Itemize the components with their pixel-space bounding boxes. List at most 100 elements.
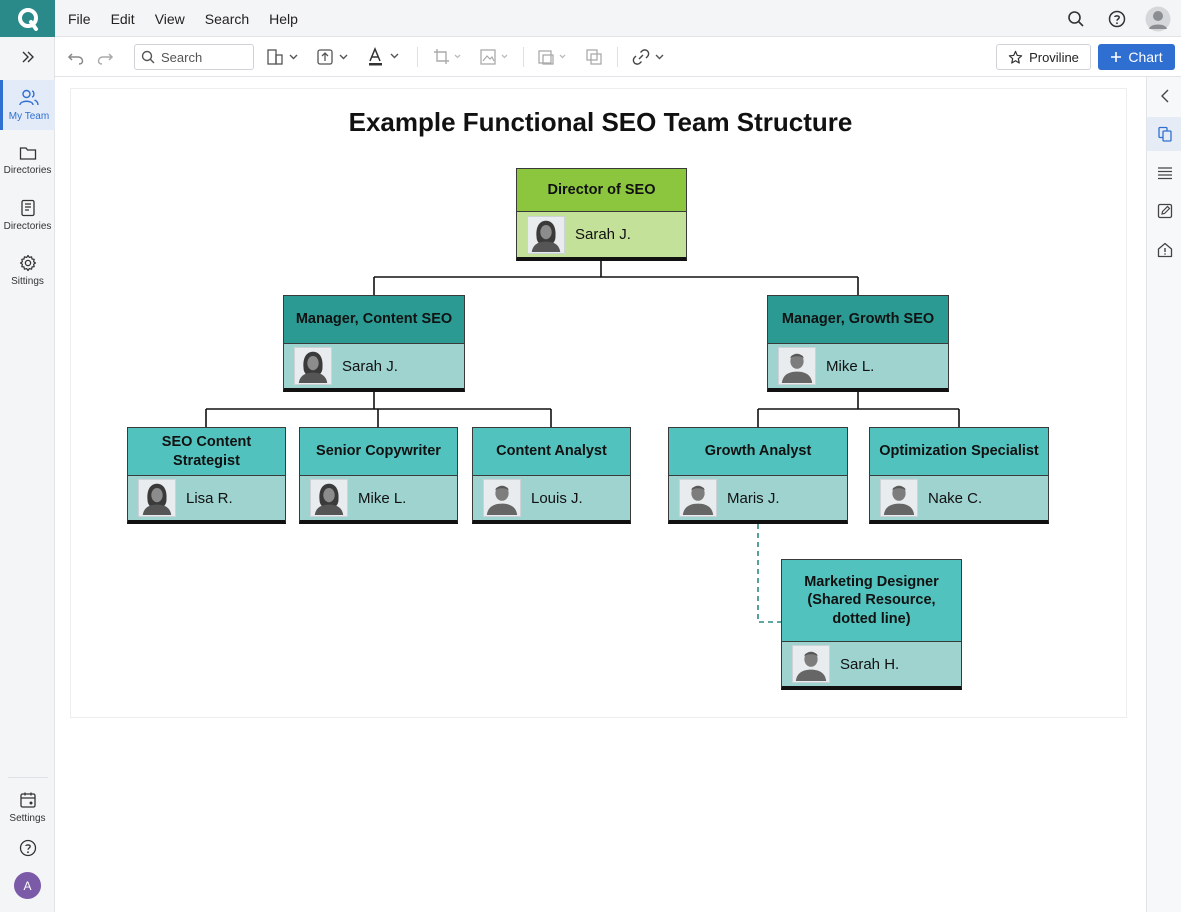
crop-dropdown[interactable] <box>433 46 463 68</box>
toolbar: Search Proviline Chart <box>55 37 1181 77</box>
menubar: File Edit View Search Help <box>0 0 1181 37</box>
alerts-panel-button[interactable] <box>1147 233 1181 267</box>
sidebar-label: My Team <box>8 110 50 122</box>
connector-director-managers <box>373 261 859 296</box>
chart-button-label: Chart <box>1128 49 1163 65</box>
male-avatar-icon <box>778 347 816 385</box>
sidebar-item-directories-documents[interactable]: Directories <box>0 190 55 240</box>
align-dropdown[interactable] <box>317 46 349 68</box>
copy-style-dropdown[interactable] <box>537 46 569 68</box>
search-icon <box>141 50 155 64</box>
node-name: Nake C. <box>928 489 983 507</box>
image-dropdown[interactable] <box>479 46 511 68</box>
search-icon <box>1067 10 1084 27</box>
sidebar-item-directories[interactable]: Directories <box>0 135 55 185</box>
org-node-director[interactable]: Director of SEO Sarah J. <box>516 168 687 261</box>
node-name: Lisa R. <box>186 489 233 507</box>
male-avatar-icon <box>792 645 830 683</box>
gear-icon <box>19 254 36 271</box>
org-node-content-analyst[interactable]: Content Analyst Louis J. <box>472 427 631 524</box>
node-role: Director of SEO <box>517 169 686 212</box>
pages-panel-button[interactable] <box>1147 117 1181 151</box>
add-chart-button[interactable]: Chart <box>1098 44 1175 70</box>
org-node-seo-content-strategist[interactable]: SEO Content Strategist Lisa R. <box>127 427 286 524</box>
node-role: Content Analyst <box>473 428 630 476</box>
toolbar-divider <box>417 47 418 67</box>
org-node-senior-copywriter[interactable]: Senior Copywriter Mike L. <box>299 427 458 524</box>
duplicate-icon <box>586 49 602 65</box>
node-person: Nake C. <box>870 476 1048 520</box>
sidebar-label: Directories <box>3 220 52 232</box>
org-node-optimization-specialist[interactable]: Optimization Specialist Nake C. <box>869 427 1049 524</box>
menu-edit[interactable]: Edit <box>111 11 135 27</box>
star-icon <box>1008 50 1023 64</box>
calendar-settings-icon <box>19 792 36 808</box>
proviline-button[interactable]: Proviline <box>996 44 1091 70</box>
node-name: Maris J. <box>727 489 780 507</box>
help-icon <box>19 839 36 857</box>
redo-button[interactable] <box>96 46 114 68</box>
document-icon <box>20 199 35 216</box>
org-node-manager-growth[interactable]: Manager, Growth SEO Mike L. <box>767 295 949 392</box>
edit-icon <box>1157 203 1172 219</box>
node-person: Mike L. <box>300 476 457 520</box>
menu-search[interactable]: Search <box>205 11 249 27</box>
sidebar-label: Settings <box>9 812 46 824</box>
connector-growth-team <box>757 392 960 428</box>
node-person: Sarah H. <box>782 642 961 686</box>
node-person: Sarah J. <box>517 212 686 257</box>
node-role: Manager, Content SEO <box>284 296 464 344</box>
connector-dotted-shared <box>757 524 781 623</box>
sidebar-label: Sittings <box>11 275 44 287</box>
sidebar-item-my-team[interactable]: My Team <box>0 80 55 130</box>
undo-button[interactable] <box>67 46 85 68</box>
node-role: SEO Content Strategist <box>128 428 285 476</box>
list-icon <box>1157 167 1172 180</box>
org-chart-page: Example Functional SEO Team Structure Di… <box>70 88 1127 718</box>
node-role: Optimization Specialist <box>870 428 1048 476</box>
user-avatar-icon <box>1145 6 1170 31</box>
toolbar-search-input[interactable]: Search <box>134 44 254 70</box>
menu-file[interactable]: File <box>68 11 91 27</box>
app-logo[interactable] <box>0 0 55 37</box>
sidebar-divider <box>8 777 48 778</box>
link-icon <box>632 49 664 65</box>
org-node-growth-analyst[interactable]: Growth Analyst Maris J. <box>668 427 848 524</box>
node-name: Sarah H. <box>840 655 900 673</box>
node-role: Marketing Designer (Shared Resource, dot… <box>782 560 961 642</box>
node-person: Maris J. <box>669 476 847 520</box>
list-panel-button[interactable] <box>1147 156 1181 190</box>
org-node-manager-content[interactable]: Manager, Content SEO Sarah J. <box>283 295 465 392</box>
duplicate-button[interactable] <box>585 46 603 68</box>
canvas-area: Example Functional SEO Team Structure Di… <box>56 78 1146 912</box>
global-search-button[interactable] <box>1062 5 1089 32</box>
sidebar-help-button[interactable] <box>0 824 55 872</box>
help-button[interactable] <box>1103 5 1130 32</box>
female-avatar-icon <box>138 479 176 517</box>
proviline-label: Proviline <box>1029 49 1079 65</box>
align-icon <box>317 49 348 65</box>
top-right-actions <box>1062 5 1171 32</box>
left-sidebar: My Team Directories Directories Sittings… <box>0 37 55 912</box>
search-placeholder: Search <box>161 49 203 65</box>
node-role: Growth Analyst <box>669 428 847 476</box>
expand-sidebar-button[interactable] <box>0 45 55 69</box>
text-color-dropdown[interactable] <box>367 46 401 68</box>
org-node-marketing-designer[interactable]: Marketing Designer (Shared Resource, dot… <box>781 559 962 690</box>
female-avatar-icon <box>527 215 565 254</box>
menu-help[interactable]: Help <box>269 11 298 27</box>
link-dropdown[interactable] <box>632 46 666 68</box>
edit-panel-button[interactable] <box>1147 194 1181 228</box>
menu-view[interactable]: View <box>155 11 185 27</box>
layout-dropdown[interactable] <box>267 46 299 68</box>
avatar-initial: A <box>23 878 32 893</box>
copy-style-icon <box>538 50 566 65</box>
node-name: Sarah J. <box>342 357 398 375</box>
account-avatar[interactable]: A <box>14 872 41 899</box>
menu: File Edit View Search Help <box>68 0 298 37</box>
sidebar-item-sittings[interactable]: Sittings <box>0 245 55 295</box>
user-avatar-button[interactable] <box>1144 5 1171 32</box>
collapse-panel-button[interactable] <box>1147 79 1181 113</box>
alert-icon <box>1157 242 1172 258</box>
redo-icon <box>97 53 114 65</box>
